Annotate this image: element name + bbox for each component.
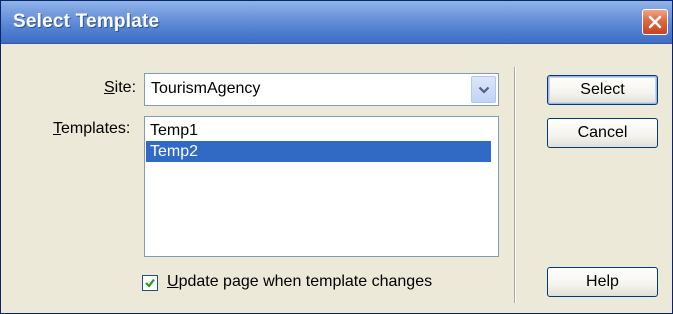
help-button[interactable]: Help [547,267,658,297]
site-dropdown-value: TourismAgency [151,80,261,97]
close-button[interactable] [642,9,668,35]
site-dropdown-arrow[interactable] [471,76,496,103]
update-page-label[interactable]: Update page when template changes [167,273,432,291]
list-item-temp2[interactable]: Temp2 [146,141,491,162]
dialog-title: Select Template [13,11,160,32]
templates-label: Templates: [53,120,131,137]
close-icon [648,15,662,29]
site-dropdown[interactable]: TourismAgency [144,73,499,106]
templates-list[interactable]: Temp1 Temp2 [144,116,499,257]
list-item-temp1[interactable]: Temp1 [146,120,491,141]
cancel-button[interactable]: Cancel [547,118,658,148]
select-template-dialog: Select Template Site: TourismAgency Temp… [0,0,673,314]
site-label: Site: [104,79,137,96]
update-page-checkbox[interactable] [142,275,158,291]
title-bar[interactable]: Select Template [1,1,672,44]
vertical-divider [514,67,516,303]
chevron-down-icon [478,86,489,94]
checkmark-icon [145,278,155,288]
select-button[interactable]: Select [547,75,658,105]
